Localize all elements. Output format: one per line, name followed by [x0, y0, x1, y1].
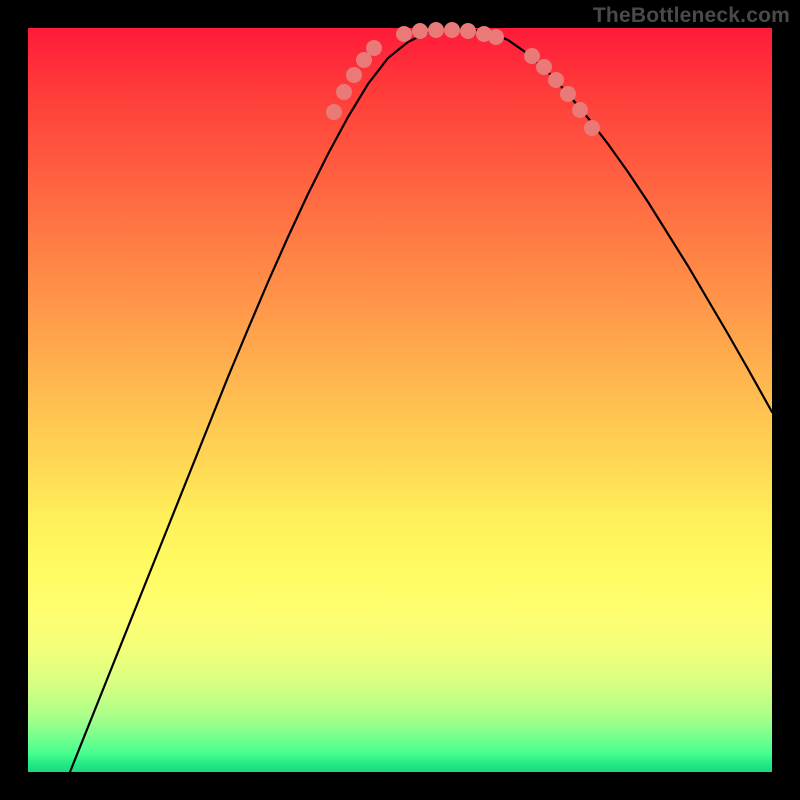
highlight-point [396, 26, 412, 42]
highlight-point [346, 67, 362, 83]
highlight-point [336, 84, 352, 100]
highlight-point [548, 72, 564, 88]
chart-svg [28, 28, 772, 772]
bottleneck-curve [70, 29, 772, 772]
marker-layer [326, 22, 600, 136]
highlight-point [412, 23, 428, 39]
highlight-point [326, 104, 342, 120]
highlight-point [560, 86, 576, 102]
chart-plot-area [28, 28, 772, 772]
highlight-point [524, 48, 540, 64]
highlight-point [488, 29, 504, 45]
chart-frame: TheBottleneck.com [0, 0, 800, 800]
curve-layer [70, 29, 772, 772]
highlight-point [366, 40, 382, 56]
highlight-point [460, 23, 476, 39]
highlight-point [584, 120, 600, 136]
watermark-text: TheBottleneck.com [593, 4, 790, 28]
highlight-point [428, 22, 444, 38]
highlight-point [536, 59, 552, 75]
highlight-point [572, 102, 588, 118]
highlight-point [444, 22, 460, 38]
